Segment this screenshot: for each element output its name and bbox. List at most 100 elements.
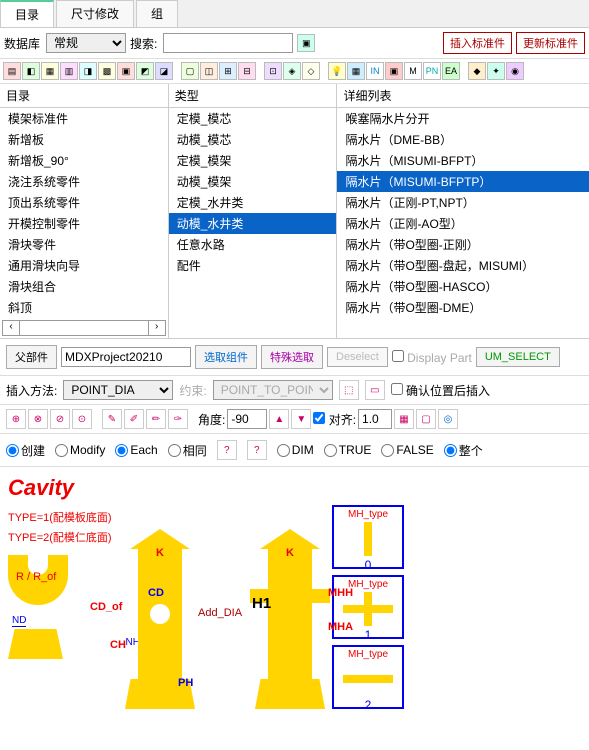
update-std-button[interactable]: 更新标准件 (516, 32, 585, 54)
align-5[interactable]: ✎ (102, 409, 122, 429)
list-item[interactable]: 新增板_90° (0, 150, 168, 171)
list-item[interactable]: 配件 (169, 255, 337, 276)
icon-3[interactable]: ▦ (41, 62, 59, 80)
list-item[interactable]: 开模控制零件 (0, 213, 168, 234)
align-7[interactable]: ✏ (146, 409, 166, 429)
help-icon-1[interactable]: ? (217, 440, 237, 460)
list-item[interactable]: 滑块零件 (0, 234, 168, 255)
list-item[interactable]: 定模_模芯 (169, 108, 337, 129)
list-item[interactable]: 隔水片（带O型圈-DME） (337, 297, 589, 318)
list-item[interactable]: 动模_模芯 (169, 129, 337, 150)
confirm-pos-check[interactable]: 确认位置后插入 (391, 382, 490, 399)
align-check[interactable]: 对齐: (313, 411, 356, 428)
list-item[interactable]: 滑块组合 (0, 276, 168, 297)
icon-2[interactable]: ◧ (22, 62, 40, 80)
icon-24[interactable]: ◆ (468, 62, 486, 80)
tab-group[interactable]: 组 (136, 0, 178, 27)
icon-6[interactable]: ▩ (98, 62, 116, 80)
list-item[interactable]: 隔水片（MISUMI-BFPTP） (337, 171, 589, 192)
icon-in[interactable]: IN (366, 62, 384, 80)
list-item[interactable]: 动模_模架 (169, 171, 337, 192)
list-item[interactable]: 模架标准件 (0, 108, 168, 129)
special-select-button[interactable]: 特殊选取 (261, 345, 323, 369)
icon-1[interactable]: ▤ (3, 62, 21, 80)
list-item[interactable]: 新增板 (0, 129, 168, 150)
search-input[interactable] (163, 33, 293, 53)
icon-pn[interactable]: PN (423, 62, 441, 80)
radio-modify[interactable]: Modify (55, 443, 105, 457)
pos-icon-1[interactable]: ⬚ (339, 380, 359, 400)
list-item[interactable]: 定模_模架 (169, 150, 337, 171)
tab-catalog[interactable]: 目录 (0, 0, 54, 27)
um-select-button[interactable]: UM_SELECT (476, 347, 560, 367)
icon-13[interactable]: ⊟ (238, 62, 256, 80)
angle-input[interactable] (227, 409, 267, 429)
icon-ea[interactable]: EA (442, 62, 460, 80)
scroll-left[interactable]: ‹ (2, 320, 20, 336)
box-icon[interactable]: ▢ (416, 409, 436, 429)
align-6[interactable]: ✐ (124, 409, 144, 429)
icon-26[interactable]: ◉ (506, 62, 524, 80)
grid-icon[interactable]: ▦ (394, 409, 414, 429)
insert-std-button[interactable]: 插入标准件 (443, 32, 512, 54)
search-go-icon[interactable]: ▣ (297, 34, 315, 52)
scroll-right[interactable]: › (148, 320, 166, 336)
align-1[interactable]: ⊕ (6, 409, 26, 429)
icon-4[interactable]: ▥ (60, 62, 78, 80)
project-field[interactable] (61, 347, 191, 367)
insert-method-select[interactable]: POINT_DIA (63, 380, 173, 400)
icon-8[interactable]: ◩ (136, 62, 154, 80)
icon-15[interactable]: ◈ (283, 62, 301, 80)
align-value[interactable] (358, 409, 392, 429)
icon-14[interactable]: ⊡ (264, 62, 282, 80)
list-item[interactable]: 任意水路 (169, 234, 337, 255)
angle-up[interactable]: ▲ (269, 409, 289, 429)
list-item[interactable]: 顶出系统零件 (0, 192, 168, 213)
icon-20[interactable]: ▣ (385, 62, 403, 80)
db-select[interactable]: 常规 (46, 33, 126, 53)
icon-12[interactable]: ⊞ (219, 62, 237, 80)
radio-each[interactable]: Each (115, 443, 157, 457)
align-8[interactable]: ✑ (168, 409, 188, 429)
list-item[interactable]: 隔水片（带O型圈-盘起，MISUMI） (337, 255, 589, 276)
radio-same[interactable]: 相同 (168, 442, 207, 459)
radio-dim[interactable]: DIM (277, 443, 314, 457)
list-item[interactable]: 隔水片（带O型圈-HASCO） (337, 276, 589, 297)
list-item[interactable]: 浇注系统零件 (0, 171, 168, 192)
align-4[interactable]: ⊙ (72, 409, 92, 429)
icon-9[interactable]: ◪ (155, 62, 173, 80)
icon-18[interactable]: ▦ (347, 62, 365, 80)
radio-false[interactable]: FALSE (381, 443, 433, 457)
target-icon[interactable]: ◎ (438, 409, 458, 429)
align-2[interactable]: ⊗ (28, 409, 48, 429)
pos-icon-2[interactable]: ▭ (365, 380, 385, 400)
radio-true[interactable]: TRUE (324, 443, 372, 457)
select-comp-button[interactable]: 选取组件 (195, 345, 257, 369)
icon-16[interactable]: ◇ (302, 62, 320, 80)
list-item[interactable]: 定模_水井类 (169, 192, 337, 213)
icon-5[interactable]: ◨ (79, 62, 97, 80)
icon-11[interactable]: ◫ (200, 62, 218, 80)
list-item[interactable]: 斜顶 (0, 297, 168, 318)
constraint-select[interactable]: POINT_TO_POINT (213, 380, 333, 400)
icon-7[interactable]: ▣ (117, 62, 135, 80)
list-item[interactable]: 隔水片（带O型圈-正刚） (337, 234, 589, 255)
list-item[interactable]: 动模_水井类 (169, 213, 337, 234)
icon-m[interactable]: M (404, 62, 422, 80)
list-item[interactable]: 隔水片（MISUMI-BFPT） (337, 150, 589, 171)
radio-create[interactable]: 创建 (6, 442, 45, 459)
icon-bulb[interactable]: 💡 (328, 62, 346, 80)
help-icon-2[interactable]: ? (247, 440, 267, 460)
deselect-button[interactable]: Deselect (327, 347, 388, 367)
list-item[interactable]: 隔水片（正刚-PT,NPT） (337, 192, 589, 213)
list-item[interactable]: 隔水片（DME-BB） (337, 129, 589, 150)
list-item[interactable]: 通用滑块向导 (0, 255, 168, 276)
parent-button[interactable]: 父部件 (6, 345, 57, 369)
list-item[interactable]: 隔水片（正刚-AO型） (337, 213, 589, 234)
icon-25[interactable]: ✦ (487, 62, 505, 80)
align-3[interactable]: ⊘ (50, 409, 70, 429)
list-item[interactable]: 喉塞隔水片分开 (337, 108, 589, 129)
tab-size[interactable]: 尺寸修改 (56, 0, 134, 27)
radio-whole[interactable]: 整个 (444, 442, 483, 459)
angle-down[interactable]: ▼ (291, 409, 311, 429)
